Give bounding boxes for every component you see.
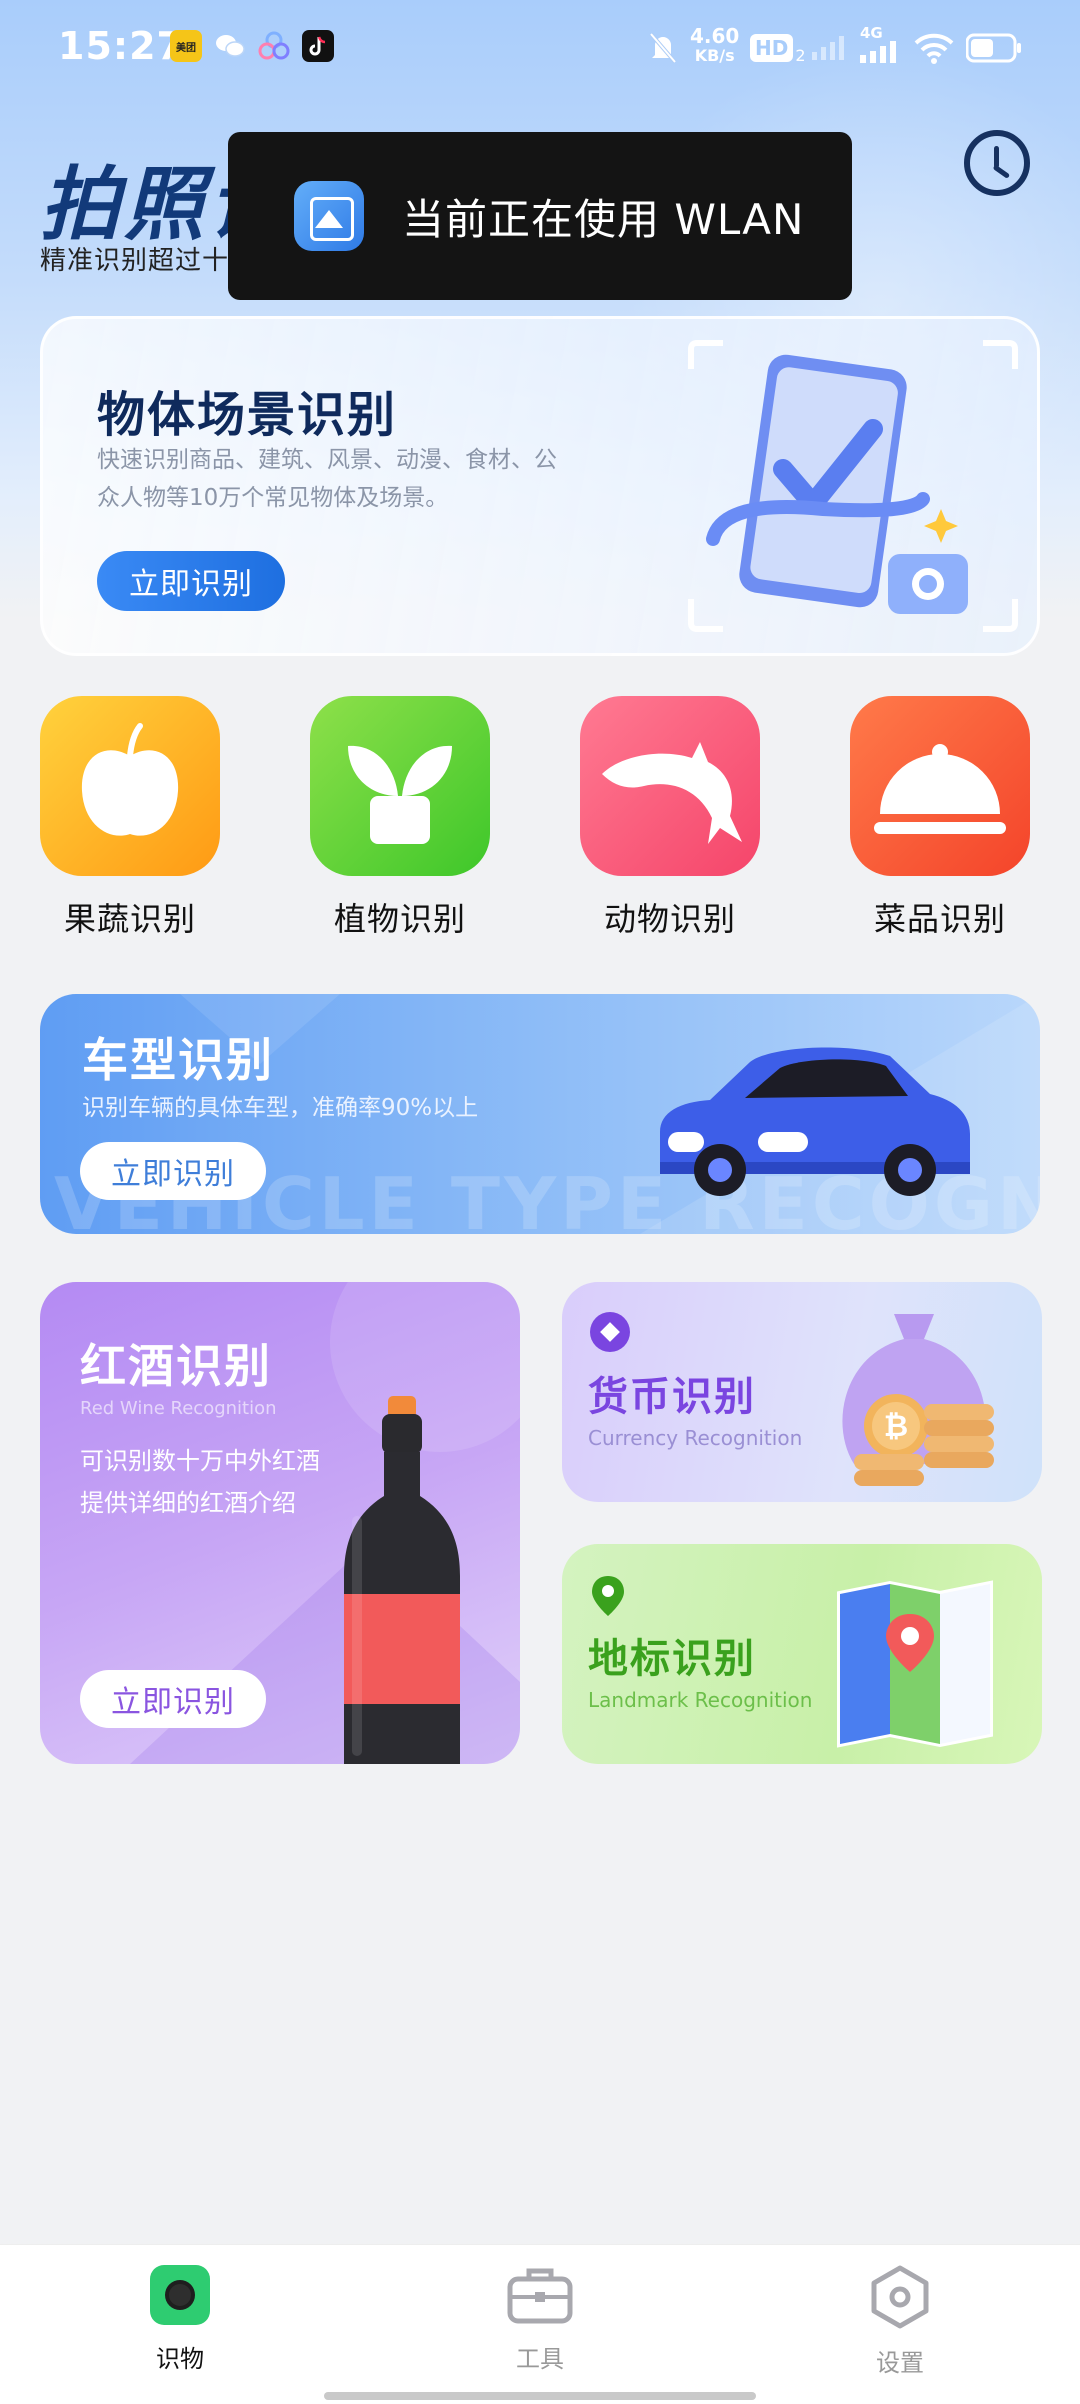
- wine-card-title: 红酒识别: [80, 1339, 272, 1393]
- hd-sub: 2: [795, 45, 806, 65]
- tiktok-app-icon: [302, 30, 334, 62]
- vehicle-card-title: 车型识别: [82, 1033, 274, 1087]
- triad-app-icon: [258, 30, 290, 62]
- nav-label: 设置: [876, 2349, 924, 2377]
- vehicle-recognize-button[interactable]: 立即识别: [80, 1142, 266, 1200]
- plant-icon[interactable]: [310, 696, 490, 876]
- gallery-app-icon: [294, 181, 364, 251]
- hd-label: HD: [750, 34, 794, 62]
- category-label: 植物识别: [333, 900, 466, 938]
- toast-notification: 当前正在使用 WLAN: [228, 132, 852, 300]
- landmark-card-subtitle: Landmark Recognition: [588, 1688, 813, 1712]
- wifi-icon: [914, 26, 954, 70]
- signal-4g-icon: 4G: [860, 26, 898, 70]
- wine-recognize-button[interactable]: 立即识别: [80, 1670, 266, 1728]
- landmark-card-title: 地标识别: [588, 1636, 756, 1682]
- nav-label: 工具: [516, 2345, 564, 2373]
- net-speed: 4.60 KB/s: [690, 26, 739, 70]
- nav-item-recognize[interactable]: 识物: [100, 2265, 260, 2374]
- signal-weak-icon: [812, 26, 846, 70]
- nav-item-settings[interactable]: 设置: [820, 2265, 980, 2378]
- toolbox-icon: [507, 2268, 573, 2324]
- scene-card-description: 快速识别商品、建筑、风景、动漫、食材、公众人物等10万个常见物体及场景。: [97, 447, 557, 511]
- diamond-badge-icon: [590, 1312, 630, 1352]
- location-pin-icon: [592, 1576, 624, 1616]
- page-subtitle: 精准识别超过十: [40, 246, 230, 276]
- history-clock-icon[interactable]: [964, 130, 1030, 196]
- net-speed-value: 4.60: [690, 24, 740, 48]
- dolphin-icon[interactable]: [580, 696, 760, 876]
- wechat-app-icon: [214, 30, 246, 62]
- category-dish[interactable]: 菜品识别: [850, 696, 1030, 940]
- scene-recognize-button[interactable]: 立即识别: [97, 551, 285, 611]
- wine-card-subtitle: Red Wine Recognition: [80, 1398, 277, 1419]
- vehicle-card-description: 识别车辆的具体车型，准确率90%以上: [82, 1095, 479, 1121]
- scene-recognition-card[interactable]: 物体场景识别 快速识别商品、建筑、风景、动漫、食材、公众人物等10万个常见物体及…: [40, 316, 1040, 656]
- wine-bottle-illustration: [344, 1396, 460, 1764]
- money-bag-illustration: ₿: [842, 1314, 994, 1486]
- battery-icon: [966, 26, 1022, 70]
- hd-indicator: HD 2: [750, 26, 806, 70]
- toast-text: 当前正在使用 WLAN: [402, 194, 805, 244]
- settings-hexagon-icon: [871, 2265, 929, 2329]
- car-illustration: [660, 1047, 970, 1196]
- category-plant[interactable]: 植物识别: [310, 696, 490, 940]
- map-illustration: [837, 1580, 993, 1748]
- category-label: 菜品识别: [873, 900, 1006, 938]
- category-label: 动物识别: [603, 900, 736, 938]
- network-label: 4G: [860, 24, 883, 42]
- vehicle-recognition-card[interactable]: VEHICLE TYPE RECOGNITION 车型识别 识别车辆的具体车型，…: [40, 994, 1040, 1234]
- camera-icon: [150, 2265, 210, 2325]
- category-label: 果蔬识别: [63, 900, 196, 938]
- nav-label: 识物: [156, 2345, 204, 2373]
- status-bar: 15:27 美团 4.60 KB/s HD 2 4G: [0, 0, 1080, 96]
- scene-card-title: 物体场景识别: [97, 387, 398, 443]
- nav-item-tools[interactable]: 工具: [460, 2265, 620, 2374]
- food-cloche-icon[interactable]: [850, 696, 1030, 876]
- status-time: 15:27: [58, 24, 184, 68]
- mute-icon: [648, 26, 678, 70]
- landmark-recognition-card[interactable]: 地标识别 Landmark Recognition: [562, 1544, 1042, 1764]
- apple-icon[interactable]: [40, 696, 220, 876]
- phone-scan-illustration: [688, 340, 1018, 632]
- currency-recognition-card[interactable]: 货币识别 Currency Recognition ₿: [562, 1282, 1042, 1502]
- net-speed-unit: KB/s: [694, 46, 735, 65]
- wine-card-description: 可识别数十万中外红酒提供详细的红酒介绍: [80, 1447, 320, 1517]
- currency-card-title: 货币识别: [588, 1374, 756, 1420]
- category-animal[interactable]: 动物识别: [580, 696, 760, 940]
- meituan-app-icon: 美团: [170, 30, 202, 62]
- currency-card-subtitle: Currency Recognition: [588, 1426, 803, 1450]
- home-indicator[interactable]: [324, 2392, 756, 2400]
- wine-recognition-card[interactable]: 红酒识别 Red Wine Recognition 可识别数十万中外红酒提供详细…: [40, 1282, 520, 1764]
- bitcoin-symbol: ₿: [884, 1409, 908, 1444]
- category-fruit-veg[interactable]: 果蔬识别: [40, 696, 220, 940]
- bottom-navigation: 识物 工具 设置: [0, 2244, 1080, 2404]
